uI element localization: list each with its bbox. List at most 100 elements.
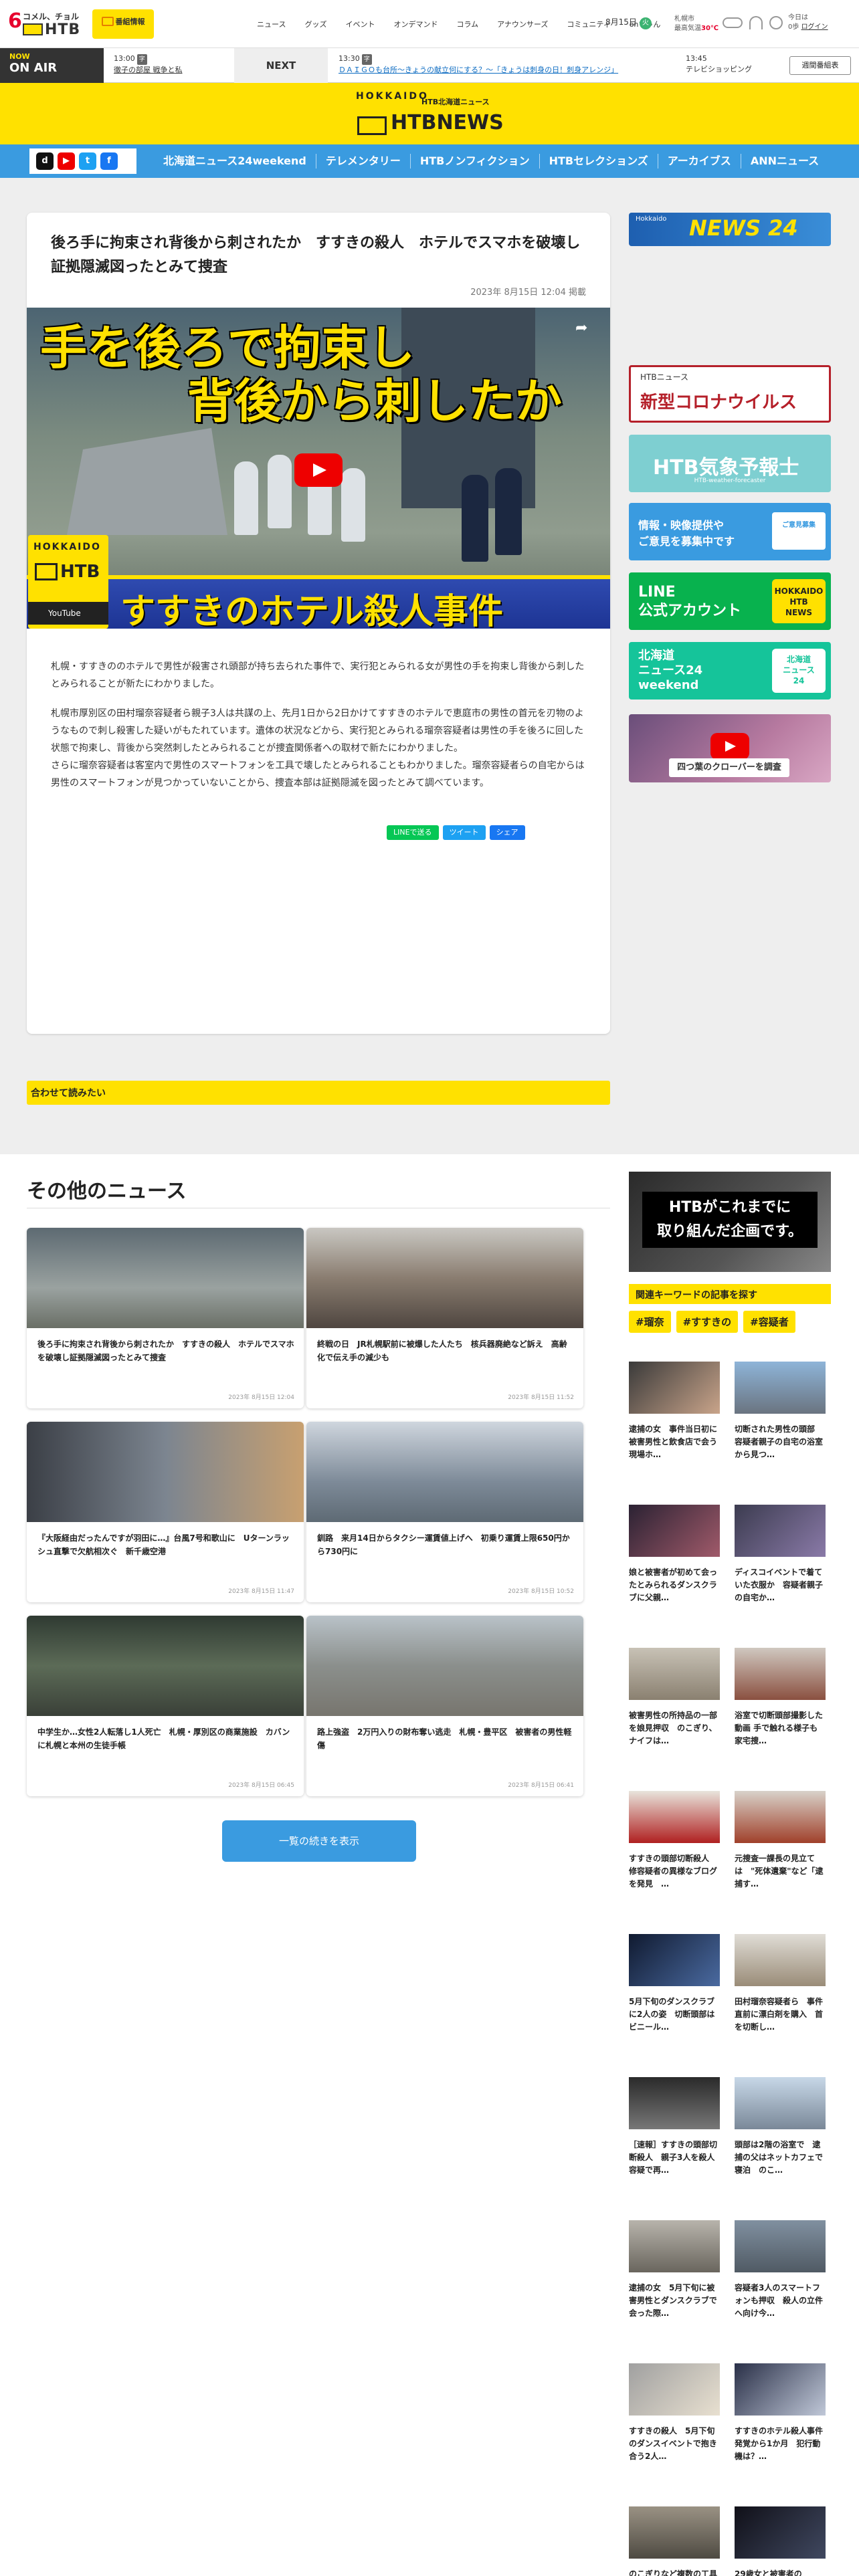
nav-item-announcers[interactable]: アナウンサーズ [488, 19, 557, 29]
related-article[interactable]: 田村瑠奈容疑者ら 事件直前に漂白剤を購入 首を切断し… [735, 1934, 826, 2046]
logo-hokkaido: HOKKAIDO [356, 91, 429, 102]
keyword-tag[interactable]: #すすきの [676, 1311, 739, 1333]
corona-banner[interactable]: HTBニュース 新型コロナウイルス [629, 365, 831, 423]
related-article[interactable]: 29歳女と被害者の [735, 2506, 826, 2576]
share-icon[interactable]: ➦ [575, 320, 587, 336]
related-article-image [735, 1648, 826, 1700]
related-article[interactable]: 切断された男性の頭部 容疑者親子の自宅の浴室から見つ… [735, 1362, 826, 1474]
onair-bar: NOW ON AIR 13:00 字 徹子の部屋 戦争と私 NEXT 13:30 字… [0, 48, 859, 83]
sidebar-video[interactable]: 四つ葉のクローバーを調査 [629, 714, 831, 782]
show-more-button[interactable]: 一覧の続きを表示 [222, 1820, 416, 1862]
next-program-1[interactable]: 13:30 字 ＤＡＩＧＯも台所〜きょうの献立何にする？〜「きょうは刺身の日！刺身… [339, 53, 618, 76]
news-card[interactable]: 釧路 来月14日からタクシー運賃値上げへ 初乗り運賃上限650円から730円に … [306, 1422, 583, 1602]
related-article[interactable]: 被害男性の所持品の一部を娘見押収 のこぎり、ナイフは… [629, 1648, 720, 1760]
nav-item-ondemand[interactable]: オンデマンド [384, 19, 447, 29]
tweet-button[interactable]: ツイート [442, 825, 486, 840]
user-info: 今日は 0歩 ログイン [788, 13, 828, 32]
related-article[interactable]: 娘と被害者が初めて会ったとみられるダンスクラブに父親… [629, 1505, 720, 1617]
news-card[interactable]: 路上強盗 2万円入りの財布奪い逃走 札幌・豊平区 被害者の男性軽傷 2023年 … [306, 1616, 583, 1796]
login-link[interactable]: ログイン [801, 23, 828, 31]
current-program-title[interactable]: 徹子の部屋 戦争と私 [114, 65, 183, 76]
play-icon[interactable] [294, 453, 343, 487]
keyword-tag[interactable]: #容疑者 [743, 1311, 795, 1333]
weekend-badge: 北海道 ニュース 24 [772, 649, 826, 693]
related-article[interactable]: すすきのホテル殺人事件 発覚から1か月 犯行動機は？… [735, 2363, 826, 2476]
related-article[interactable]: 逮捕の女 事件当日初に被害男性と飲食店で会う 現場ホ… [629, 1362, 720, 1474]
nav-item-news[interactable]: ニュース [248, 19, 295, 29]
related-article[interactable]: 頭部は2階の浴室で 逮捕の父はネットカフェで寝泊 のこ… [735, 2077, 826, 2189]
video-logo-htb: HTB [60, 562, 100, 582]
nav-nonfiction[interactable]: HTBノンフィクション [409, 154, 539, 169]
related-article-title: 被害男性の所持品の一部を娘見押収 のこぎり、ナイフは… [629, 1711, 718, 1745]
weather-temp: 30℃ [701, 25, 719, 32]
news-card[interactable]: 終戦の日 JR札幌駅前に被爆した人たち 核兵器廃絶など訴え 高齢化で伝え手の減少… [306, 1228, 583, 1408]
facebook-icon[interactable]: f [100, 152, 118, 170]
nav-selections[interactable]: HTBセレクションズ [539, 154, 658, 169]
article-title: 後ろ手に拘束され背後から刺されたか すすきの殺人 ホテルでスマホを破壊し証拠隠滅… [51, 235, 581, 276]
youtube-watermark[interactable]: YouTube [28, 602, 108, 625]
news-card[interactable]: 『大阪経由だったんですが羽田に…』台風7号和歌山に Uターンラッシュ直撃で欠航相… [27, 1422, 304, 1602]
news-card[interactable]: 中学生か…女性2人転落し1人死亡 札幌・厚別区の商業施設 カバンに札幌と本州の生… [27, 1616, 304, 1796]
nav-archives[interactable]: アーカイブス [657, 154, 741, 169]
nav-ann[interactable]: ANNニュース [740, 154, 828, 169]
next2-title[interactable]: テレビショッピング [686, 64, 752, 75]
news-card-image [306, 1228, 583, 1328]
related-article[interactable]: のこぎりなど複数の工具を押収 [629, 2506, 720, 2576]
htb-news-logo[interactable]: HOKKAIDO HTB北海道ニュース HTBNEWS [356, 91, 504, 139]
related-article-image [629, 2363, 720, 2416]
weekly-program-button[interactable]: 週間番組表 [789, 56, 851, 75]
logo-main: HTBNEWS [391, 111, 504, 134]
nav-item-goods[interactable]: グッズ [295, 19, 336, 29]
logo-box [357, 116, 387, 135]
video-logo-hokkaido: HOKKAIDO [33, 542, 101, 552]
related-article[interactable]: 逮捕の女 5月下旬に被害男性とダンスクラブで会った際… [629, 2220, 720, 2333]
line-account-banner[interactable]: LINE 公式アカウント HOKKAIDO HTB NEWS [629, 572, 831, 630]
share-buttons: LINEで送る ツイート シェア [387, 825, 525, 840]
article-paragraph: 札幌・すすきののホテルで男性が殺害され頭部が持ち去られた事件で、実行犯とみられる… [51, 661, 585, 689]
news24-banner[interactable]: Hokkaido NEWS 24 [629, 213, 831, 246]
logo-htb: HTB [23, 21, 80, 38]
related-article-image [629, 1791, 720, 1843]
program-info-button[interactable]: 番組情報 [92, 9, 154, 39]
article-video[interactable]: 手を後ろで拘束し 背後から刺したか すすきのホテル殺人事件 HOKKAIDO H… [27, 308, 610, 629]
video-person [268, 455, 292, 528]
nav-item-column[interactable]: コラム [447, 19, 488, 29]
line-share-button[interactable]: LINEで送る [387, 825, 439, 840]
weather-info[interactable]: 札幌市 最高気温30℃ [674, 15, 719, 33]
tiktok-icon[interactable]: d [36, 152, 54, 170]
info-submission-banner[interactable]: 情報・映像提供や ご意見を募集中です ご意見募集 [629, 503, 831, 560]
nav-item-event[interactable]: イベント [336, 19, 384, 29]
weekend-banner[interactable]: 北海道 ニュース24 weekend 北海道 ニュース 24 [629, 642, 831, 700]
related-article[interactable]: ［速報］すすきの頭部切断殺人 親子3人を殺人容疑で再… [629, 2077, 720, 2189]
info-text: 情報・映像提供や ご意見を募集中です [638, 519, 735, 548]
related-article-title: 容疑者3人のスマートフォンも押収 殺人の立件へ向け今… [735, 2283, 824, 2318]
news-card-title: 『大阪経由だったんですが羽田に…』台風7号和歌山に Uターンラッシュ直撃で欠航相… [37, 1533, 290, 1556]
logo-slogan: コメル、チョル [23, 12, 80, 21]
related-article[interactable]: 浴室で切断頭部撮影した動画 手で触れる様子も 家宅捜… [735, 1648, 826, 1760]
keyword-tag[interactable]: #瑠奈 [629, 1311, 671, 1333]
related-article-title: ディスコイベントで着ていた衣服か 容疑者親子の自宅か… [735, 1568, 824, 1602]
next1-title[interactable]: ＤＡＩＧＯも台所〜きょうの献立何にする？〜「きょうは刺身の日！刺身アレンジ」 [339, 65, 618, 76]
nav-weekend[interactable]: 北海道ニュース24weekend [154, 154, 316, 169]
play-icon[interactable] [710, 733, 749, 760]
current-program[interactable]: 13:00 字 徹子の部屋 戦争と私 [114, 53, 183, 76]
news-card[interactable]: 後ろ手に拘束され背後から刺されたか すすきの殺人 ホテルでスマホを破壊し証拠隠滅… [27, 1228, 304, 1408]
nav-telementary[interactable]: テレメンタリー [315, 154, 410, 169]
related-article[interactable]: ディスコイベントで着ていた衣服か 容疑者親子の自宅か… [735, 1505, 826, 1617]
facebook-share-button[interactable]: シェア [489, 825, 525, 840]
user-icon[interactable] [769, 16, 783, 29]
next-program-2[interactable]: 13:45 テレビショッピング [686, 53, 752, 75]
related-article[interactable]: すすきの頭部切断殺人 修容疑者の異様なブログを発見 … [629, 1791, 720, 1903]
related-article[interactable]: すすきの殺人 5月下旬のダンスイベントで抱き合う2人… [629, 2363, 720, 2476]
next1-time: 13:30 [339, 54, 360, 63]
weather-forecaster-banner[interactable]: HTB気象予報士 HTB-weather-forecaster [629, 435, 831, 492]
related-article[interactable]: 元捜査一課長の見立ては "死体遺棄"など「逮捕す… [735, 1791, 826, 1903]
twitter-icon[interactable]: t [79, 152, 96, 170]
youtube-icon[interactable]: ▶ [58, 152, 75, 170]
related-article-image [735, 2506, 826, 2559]
related-article[interactable]: 5月下旬のダンスクラブに2人の姿 切断頭部はビニール… [629, 1934, 720, 2046]
htb-logo[interactable]: 6 コメル、チョル HTB [8, 9, 82, 41]
related-article[interactable]: 容疑者3人のスマートフォンも押収 殺人の立件へ向け今… [735, 2220, 826, 2333]
kikaku-banner[interactable]: HTBがこれまでに 取り組んだ企画です。 [629, 1172, 831, 1272]
news-card-title: 後ろ手に拘束され背後から刺されたか すすきの殺人 ホテルでスマホを破壊し証拠隠滅… [37, 1339, 294, 1362]
